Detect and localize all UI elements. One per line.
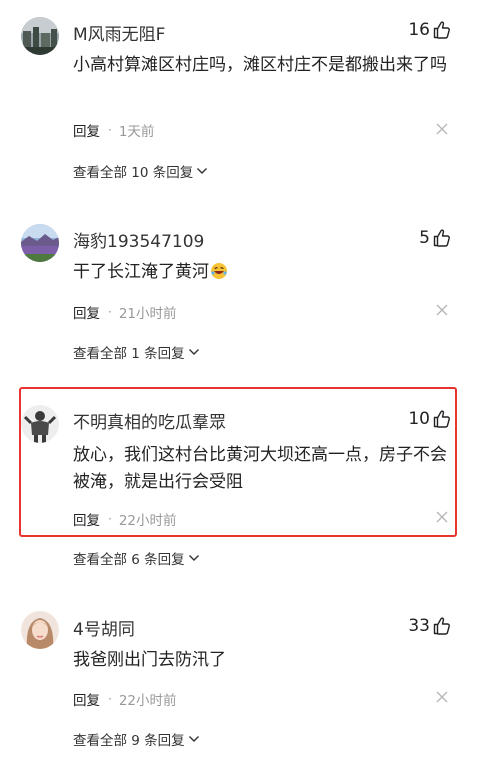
view-all-replies-label: 查看全部 10 条回复: [73, 165, 194, 181]
like-count: 10: [408, 409, 430, 429]
view-all-replies-button[interactable]: 查看全部 6 条回复: [73, 548, 200, 568]
view-all-replies-button[interactable]: 查看全部 10 条回复: [73, 161, 208, 181]
chevron-down-icon: [188, 349, 199, 355]
comment-text-content: 干了长江淹了黄河: [73, 262, 209, 282]
view-all-replies-label: 查看全部 1 条回复: [73, 346, 185, 362]
like-count: 16: [408, 20, 430, 40]
close-icon[interactable]: [436, 123, 448, 135]
comment-text: 干了长江淹了黄河: [73, 259, 453, 286]
username[interactable]: 海豹193547109: [73, 227, 204, 252]
thumbs-up-icon[interactable]: [432, 228, 452, 248]
comment-text: 我爸刚出门去防汛了: [73, 650, 226, 670]
thumbs-up-icon[interactable]: [432, 20, 452, 40]
comment-text: 放心，我们这村台比黄河大坝还高一点，房子不会被淹，就是出行会受阻: [73, 445, 447, 492]
comment-meta: 回复 · 22小时前: [73, 689, 177, 709]
timestamp: 22小时前: [118, 693, 177, 709]
reply-button[interactable]: 回复: [73, 302, 100, 322]
avatar[interactable]: [21, 405, 59, 443]
close-icon[interactable]: [436, 304, 448, 316]
separator-dot: ·: [108, 305, 112, 319]
chevron-down-icon: [188, 555, 199, 561]
comment-text: 小高村算滩区村庄吗，滩区村庄不是都搬出来了吗: [73, 55, 447, 75]
view-all-replies-label: 查看全部 9 条回复: [73, 733, 185, 749]
timestamp: 22小时前: [118, 513, 177, 529]
view-all-replies-button[interactable]: 查看全部 9 条回复: [73, 729, 200, 749]
reply-button[interactable]: 回复: [73, 509, 100, 529]
timestamp: 21小时前: [118, 306, 177, 322]
thumbs-up-icon[interactable]: [432, 409, 452, 429]
avatar[interactable]: [21, 611, 59, 649]
reply-button[interactable]: 回复: [73, 120, 100, 140]
comment-meta: 回复 · 22小时前: [73, 509, 177, 529]
comment-meta: 回复 · 1天前: [73, 120, 154, 140]
like-button[interactable]: 10: [408, 407, 452, 431]
timestamp: 1天前: [118, 124, 155, 140]
view-all-replies-button[interactable]: 查看全部 1 条回复: [73, 342, 200, 362]
like-count: 33: [408, 616, 430, 636]
avatar[interactable]: [21, 17, 59, 55]
close-icon[interactable]: [436, 511, 448, 523]
username[interactable]: 4号胡同: [73, 615, 135, 640]
separator-dot: ·: [108, 123, 112, 137]
like-button[interactable]: 16: [408, 18, 452, 42]
reply-button[interactable]: 回复: [73, 689, 100, 709]
like-count: 5: [419, 228, 430, 248]
chevron-down-icon: [188, 736, 199, 742]
avatar[interactable]: [21, 224, 59, 262]
view-all-replies-label: 查看全部 6 条回复: [73, 552, 185, 568]
thumbs-up-icon[interactable]: [432, 616, 452, 636]
close-icon[interactable]: [436, 691, 448, 703]
like-button[interactable]: 5: [419, 226, 452, 250]
comment-meta: 回复 · 21小时前: [73, 302, 177, 322]
rofl-emoji-icon: [210, 262, 228, 280]
separator-dot: ·: [108, 512, 112, 526]
separator-dot: ·: [108, 692, 112, 706]
username[interactable]: M风雨无阻F: [73, 20, 165, 45]
chevron-down-icon: [197, 168, 208, 174]
username[interactable]: 不明真相的吃瓜羣眾: [73, 408, 226, 433]
like-button[interactable]: 33: [408, 614, 452, 638]
